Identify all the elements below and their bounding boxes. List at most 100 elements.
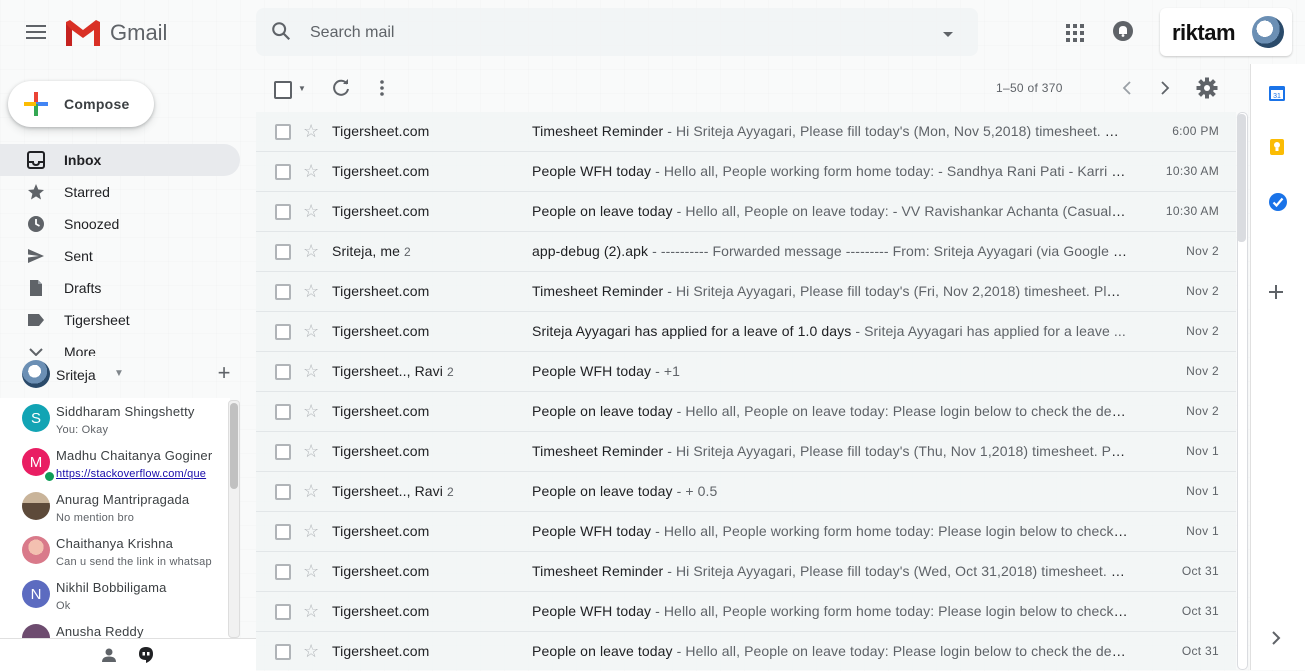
- email-select-checkbox[interactable]: [275, 484, 291, 500]
- search-bar: [256, 8, 978, 56]
- star-icon[interactable]: ☆: [303, 121, 319, 141]
- email-row[interactable]: ☆ Tigersheet.com Sriteja Ayyagari has appl…: [256, 312, 1236, 352]
- google-apps-grid-icon[interactable]: [1062, 20, 1088, 51]
- email-sender-name: Tigersheet.com: [332, 203, 430, 219]
- sidebar-item-more[interactable]: More: [0, 336, 240, 356]
- sidebar-item-inbox[interactable]: Inbox: [0, 144, 240, 176]
- star-icon[interactable]: ☆: [303, 561, 319, 581]
- star-icon[interactable]: ☆: [303, 521, 319, 541]
- contact-name: Anurag Mantripragada: [56, 492, 190, 507]
- email-row[interactable]: ☆ Tigersheet.com People on leave today - H…: [256, 192, 1236, 232]
- email-row[interactable]: ☆ Tigersheet.com People WFH today - Hello …: [256, 592, 1236, 632]
- email-date: Oct 31: [1181, 604, 1219, 618]
- email-row[interactable]: ☆ Tigersheet.com Timesheet Reminder - Hi S…: [256, 112, 1236, 152]
- contact-item[interactable]: M Madhu Chaitanya Goginer https://stacko…: [0, 442, 230, 486]
- contacts-person-icon[interactable]: [101, 647, 117, 668]
- star-icon[interactable]: ☆: [303, 321, 319, 341]
- email-row[interactable]: ☆ Tigersheet.com Timesheet Reminder - Hi S…: [256, 272, 1236, 312]
- sidebar-item-label: More: [64, 344, 96, 356]
- email-row[interactable]: ☆ Tigersheet.com People on leave today - H…: [256, 632, 1236, 670]
- contacts-scrollbar[interactable]: [228, 400, 240, 638]
- notifications-bell-icon[interactable]: [1110, 18, 1136, 49]
- star-icon[interactable]: ☆: [303, 641, 319, 661]
- email-select-checkbox[interactable]: [275, 404, 291, 420]
- email-select-checkbox[interactable]: [275, 324, 291, 340]
- get-addons-plus-icon[interactable]: [1268, 284, 1290, 306]
- star-icon[interactable]: ☆: [303, 161, 319, 181]
- email-row[interactable]: ☆ Tigersheet.., Ravi 2 People on leave toda…: [256, 472, 1236, 512]
- email-subject: People on leave today: [532, 643, 673, 659]
- email-list-scrollbar[interactable]: [1236, 112, 1248, 670]
- star-icon[interactable]: ☆: [303, 441, 319, 461]
- email-list-scrollbar-thumb[interactable]: [1237, 114, 1246, 242]
- star-icon[interactable]: ☆: [303, 361, 319, 381]
- email-select-checkbox[interactable]: [275, 164, 291, 180]
- sidebar-nav: Inbox Starred Snoozed Sent Drafts Tigers…: [0, 144, 256, 356]
- sidebar-item-drafts[interactable]: Drafts: [0, 272, 240, 304]
- email-row[interactable]: ☆ Tigersheet.com People WFH today - Hello …: [256, 152, 1236, 192]
- email-row[interactable]: ☆ Tigersheet.com People WFH today - Hello …: [256, 512, 1236, 552]
- calendar-icon[interactable]: 31: [1268, 84, 1290, 106]
- main-menu-button[interactable]: [18, 16, 54, 48]
- star-icon[interactable]: ☆: [303, 201, 319, 221]
- refresh-icon[interactable]: [332, 79, 350, 102]
- search-input[interactable]: [308, 18, 912, 48]
- next-page-chevron-icon[interactable]: [1156, 78, 1174, 103]
- email-select-checkbox[interactable]: [275, 444, 291, 460]
- tasks-icon[interactable]: [1268, 192, 1290, 214]
- star-icon[interactable]: ☆: [303, 401, 319, 421]
- sidebar-item-snoozed[interactable]: Snoozed: [0, 208, 240, 240]
- expand-panel-chevron-icon[interactable]: [1268, 630, 1290, 652]
- email-date: 6:00 PM: [1172, 124, 1219, 138]
- star-icon[interactable]: ☆: [303, 481, 319, 501]
- select-options-dropdown-icon[interactable]: ▼: [298, 84, 306, 93]
- email-sender: Tigersheet.com: [332, 123, 433, 139]
- keep-notes-icon[interactable]: [1268, 138, 1290, 160]
- account-switcher[interactable]: riktam: [1160, 8, 1292, 56]
- compose-button[interactable]: Compose: [8, 81, 154, 127]
- contact-last-message-link[interactable]: https://stackoverflow.com/que: [56, 468, 226, 480]
- email-select-checkbox[interactable]: [275, 364, 291, 380]
- email-row[interactable]: ☆ Tigersheet.., Ravi 2 People WFH today - +…: [256, 352, 1236, 392]
- email-select-checkbox[interactable]: [275, 244, 291, 260]
- sidebar-item-sent[interactable]: Sent: [0, 240, 240, 272]
- contact-item[interactable]: S Siddharam Shingshetty You: Okay: [0, 398, 230, 442]
- chevron-down-icon: [29, 348, 43, 356]
- star-icon[interactable]: ☆: [303, 601, 319, 621]
- email-select-checkbox[interactable]: [275, 644, 291, 660]
- sidebar-item-starred[interactable]: Starred: [0, 176, 240, 208]
- contact-item[interactable]: Chaithanya Krishna Can u send the link i…: [0, 530, 230, 574]
- star-icon[interactable]: ☆: [303, 281, 319, 301]
- account-avatar[interactable]: [1252, 16, 1284, 48]
- contact-item[interactable]: Anusha Reddy: [0, 618, 230, 638]
- settings-gear-icon[interactable]: [1196, 77, 1218, 104]
- previous-page-chevron-icon[interactable]: [1118, 78, 1136, 103]
- email-select-checkbox[interactable]: [275, 284, 291, 300]
- email-row[interactable]: ☆ Sriteja, me 2 app-debug (2).apk - -------…: [256, 232, 1236, 272]
- email-thread-count: 2: [447, 365, 454, 379]
- status-dropdown-icon[interactable]: ▼: [114, 368, 124, 379]
- search-options-dropdown-icon[interactable]: [942, 26, 954, 44]
- search-icon[interactable]: [270, 20, 292, 47]
- select-all-checkbox[interactable]: [274, 81, 292, 99]
- star-icon[interactable]: ☆: [303, 241, 319, 261]
- contact-item[interactable]: N Nikhil Bobbiligama Ok: [0, 574, 230, 618]
- email-select-checkbox[interactable]: [275, 124, 291, 140]
- hangouts-user[interactable]: Sriteja ▼ +: [22, 358, 242, 390]
- email-subject: app-debug (2).apk: [532, 243, 649, 259]
- contacts-scrollbar-thumb[interactable]: [230, 403, 238, 489]
- sidebar-item-tigersheet[interactable]: Tigersheet: [0, 304, 240, 336]
- email-select-checkbox[interactable]: [275, 204, 291, 220]
- email-select-checkbox[interactable]: [275, 564, 291, 580]
- email-row[interactable]: ☆ Tigersheet.com People on leave today - H…: [256, 392, 1236, 432]
- email-thread-count: 2: [404, 245, 411, 259]
- new-conversation-plus-icon[interactable]: +: [212, 360, 236, 386]
- email-row[interactable]: ☆ Tigersheet.com Timesheet Reminder - Hi S…: [256, 432, 1236, 472]
- email-row[interactable]: ☆ Tigersheet.com Timesheet Reminder - Hi S…: [256, 552, 1236, 592]
- hangouts-quote-icon[interactable]: [137, 646, 155, 669]
- email-select-checkbox[interactable]: [275, 604, 291, 620]
- email-select-checkbox[interactable]: [275, 524, 291, 540]
- contact-item[interactable]: Anurag Mantripragada No mention bro: [0, 486, 230, 530]
- more-options-icon[interactable]: [374, 79, 390, 102]
- gmail-logo[interactable]: Gmail: [64, 16, 167, 50]
